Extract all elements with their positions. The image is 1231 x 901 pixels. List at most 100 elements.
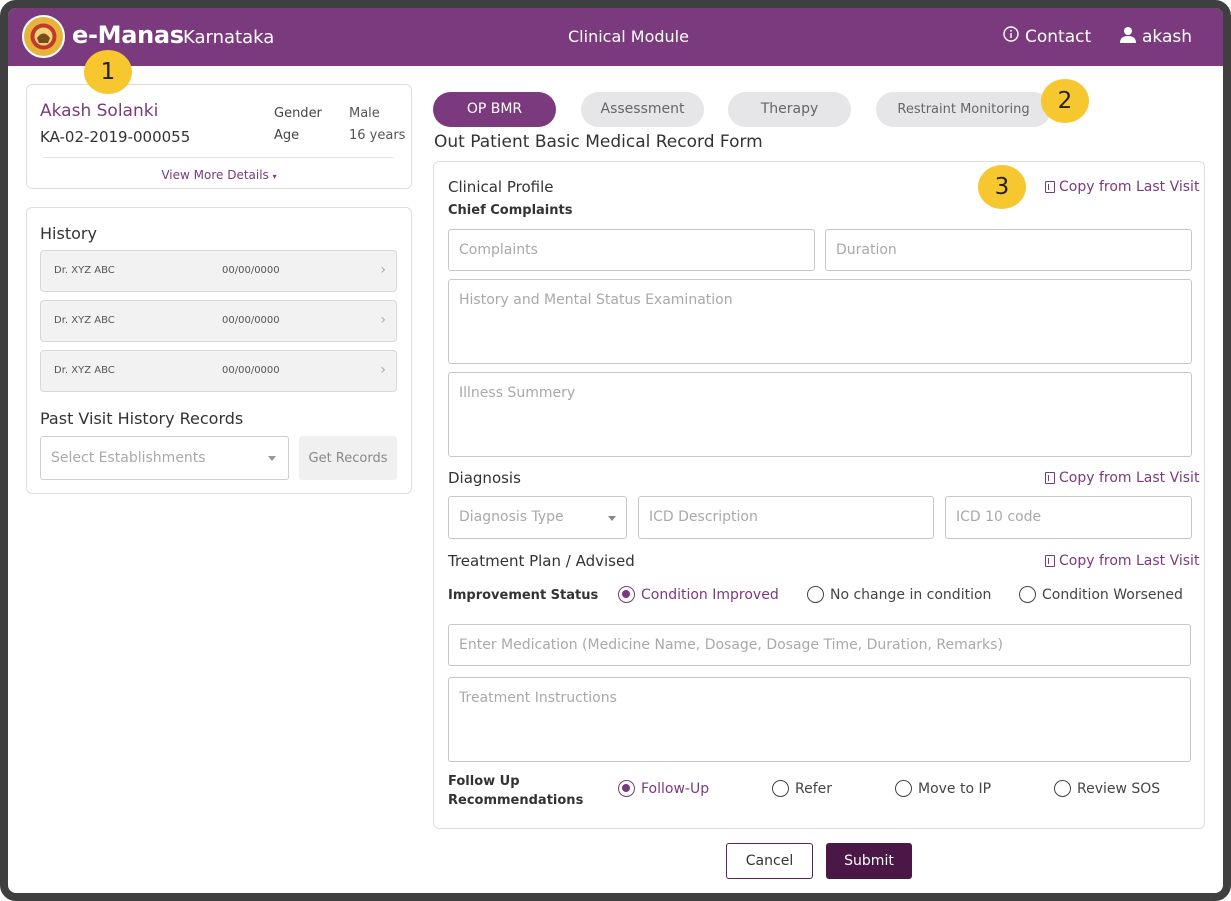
history-doctor: Dr. XYZ ABC (54, 365, 115, 376)
patient-name: Akash Solanki (40, 101, 159, 121)
radio-unchecked-icon (895, 780, 912, 797)
medication-placeholder: Enter Medication (Medicine Name, Dosage,… (459, 637, 1003, 653)
medication-input[interactable]: Enter Medication (Medicine Name, Dosage,… (448, 624, 1191, 666)
user-icon (1120, 26, 1136, 48)
copy-last-visit-label: Copy from Last Visit (1059, 553, 1200, 569)
caret-down-icon (608, 516, 616, 521)
chief-complaints-label: Chief Complaints (448, 203, 573, 218)
history-mse-textarea[interactable]: History and Mental Status Examination (448, 279, 1192, 364)
radio-move-to-ip[interactable]: Move to IP (895, 780, 991, 797)
radio-label: Condition Improved (641, 586, 779, 603)
follow-up-label-line2: Recommendations (448, 793, 584, 808)
chevron-right-icon: › (380, 362, 386, 378)
history-row[interactable]: Dr. XYZ ABC 00/00/0000 › (40, 250, 397, 292)
past-visit-title: Past Visit History Records (40, 409, 244, 428)
history-doctor: Dr. XYZ ABC (54, 315, 115, 326)
radio-condition-worsened[interactable]: Condition Worsened (1019, 586, 1183, 603)
copy-last-visit-label: Copy from Last Visit (1059, 179, 1200, 195)
copy-last-visit-label: Copy from Last Visit (1059, 470, 1200, 486)
radio-unchecked-icon (1054, 780, 1071, 797)
caret-down-icon (268, 456, 276, 461)
form-title: Out Patient Basic Medical Record Form (434, 132, 763, 152)
op-bmr-form: Clinical Profile Chief Complaints Copy f… (433, 161, 1205, 829)
copy-last-visit-treatment[interactable]: Copy from Last Visit (1045, 553, 1199, 569)
radio-refer[interactable]: Refer (772, 780, 832, 797)
age-value: 16 years (349, 128, 406, 143)
top-bar: e-Manas Karnataka Clinical Module Contac… (8, 8, 1223, 66)
radio-unchecked-icon (807, 586, 824, 603)
improvement-status-label: Improvement Status (448, 588, 599, 603)
radio-label: Condition Worsened (1042, 586, 1183, 603)
radio-review-sos[interactable]: Review SOS (1054, 780, 1160, 797)
karnataka-emblem-logo (22, 15, 65, 58)
gender-value: Male (349, 106, 380, 121)
treatment-plan-heading: Treatment Plan / Advised (448, 552, 635, 570)
annotation-marker-2: 2 (1041, 79, 1089, 123)
radio-condition-improved[interactable]: Condition Improved (618, 586, 779, 603)
tab-op-bmr[interactable]: OP BMR (433, 92, 556, 127)
treatment-instructions-placeholder: Treatment Instructions (459, 690, 617, 706)
tab-restraint-monitoring[interactable]: Restraint Monitoring (876, 92, 1051, 127)
gender-label: Gender (274, 106, 322, 121)
copy-icon (1045, 555, 1055, 567)
radio-checked-icon (618, 780, 635, 797)
patient-divider (43, 157, 394, 158)
view-more-details-label: View More Details (161, 168, 269, 182)
brand-region: Karnataka (183, 27, 275, 48)
history-card: History Dr. XYZ ABC 00/00/0000 › Dr. XYZ… (26, 207, 412, 494)
annotation-marker-3: 3 (978, 165, 1026, 209)
select-establishments-placeholder: Select Establishments (51, 450, 206, 466)
radio-unchecked-icon (772, 780, 789, 797)
treatment-instructions-textarea[interactable]: Treatment Instructions (448, 677, 1191, 762)
follow-up-label-line1: Follow Up (448, 774, 520, 789)
radio-label: Follow-Up (641, 780, 710, 797)
contact-link[interactable]: Contact (1003, 26, 1091, 47)
history-row[interactable]: Dr. XYZ ABC 00/00/0000 › (40, 350, 397, 392)
complaints-input[interactable]: Complaints (448, 229, 815, 271)
history-date: 00/00/0000 (222, 265, 280, 276)
tab-assessment[interactable]: Assessment (581, 92, 704, 127)
history-date: 00/00/0000 (222, 315, 280, 326)
clinical-profile-heading: Clinical Profile (448, 178, 554, 196)
tab-therapy[interactable]: Therapy (728, 92, 851, 127)
icd-code-input[interactable]: ICD 10 code (945, 496, 1192, 539)
complaints-placeholder: Complaints (459, 242, 538, 258)
brand-name: e-Manas (72, 21, 184, 49)
radio-label: Review SOS (1077, 780, 1161, 797)
history-title: History (40, 224, 97, 243)
submit-button[interactable]: Submit (826, 843, 912, 879)
copy-last-visit-clinical[interactable]: Copy from Last Visit (1045, 179, 1199, 195)
diagnosis-heading: Diagnosis (448, 469, 521, 487)
diagnosis-type-placeholder: Diagnosis Type (459, 509, 564, 525)
caret-down-icon: ▾ (272, 172, 277, 181)
cancel-button[interactable]: Cancel (726, 843, 813, 879)
radio-checked-icon (618, 586, 635, 603)
select-establishments[interactable]: Select Establishments (40, 436, 289, 480)
chevron-right-icon: › (380, 262, 386, 278)
view-more-details-link[interactable]: View More Details ▾ (27, 168, 411, 182)
copy-icon (1045, 181, 1055, 193)
user-name: akash (1142, 27, 1193, 47)
copy-last-visit-diagnosis[interactable]: Copy from Last Visit (1045, 470, 1199, 486)
history-row[interactable]: Dr. XYZ ABC 00/00/0000 › (40, 300, 397, 342)
radio-unchecked-icon (1019, 586, 1036, 603)
get-records-button[interactable]: Get Records (299, 436, 397, 480)
icd-description-input[interactable]: ICD Description (638, 496, 934, 539)
duration-input[interactable]: Duration (825, 229, 1192, 271)
diagnosis-type-select[interactable]: Diagnosis Type (448, 496, 627, 539)
chevron-right-icon: › (380, 312, 386, 328)
radio-no-change[interactable]: No change in condition (807, 586, 991, 603)
radio-label: Move to IP (918, 780, 992, 797)
radio-follow-up[interactable]: Follow-Up (618, 780, 709, 797)
duration-placeholder: Duration (836, 242, 897, 258)
illness-summary-textarea[interactable]: Illness Summery (448, 372, 1192, 457)
patient-card: Akash Solanki KA-02-2019-000055 Gender M… (26, 84, 412, 189)
history-date: 00/00/0000 (222, 365, 280, 376)
icd-code-placeholder: ICD 10 code (956, 509, 1042, 525)
module-title: Clinical Module (568, 27, 689, 46)
user-menu[interactable]: akash (1120, 26, 1192, 48)
patient-id: KA-02-2019-000055 (40, 128, 191, 146)
history-doctor: Dr. XYZ ABC (54, 265, 115, 276)
icd-description-placeholder: ICD Description (649, 509, 758, 525)
age-label: Age (274, 128, 300, 143)
